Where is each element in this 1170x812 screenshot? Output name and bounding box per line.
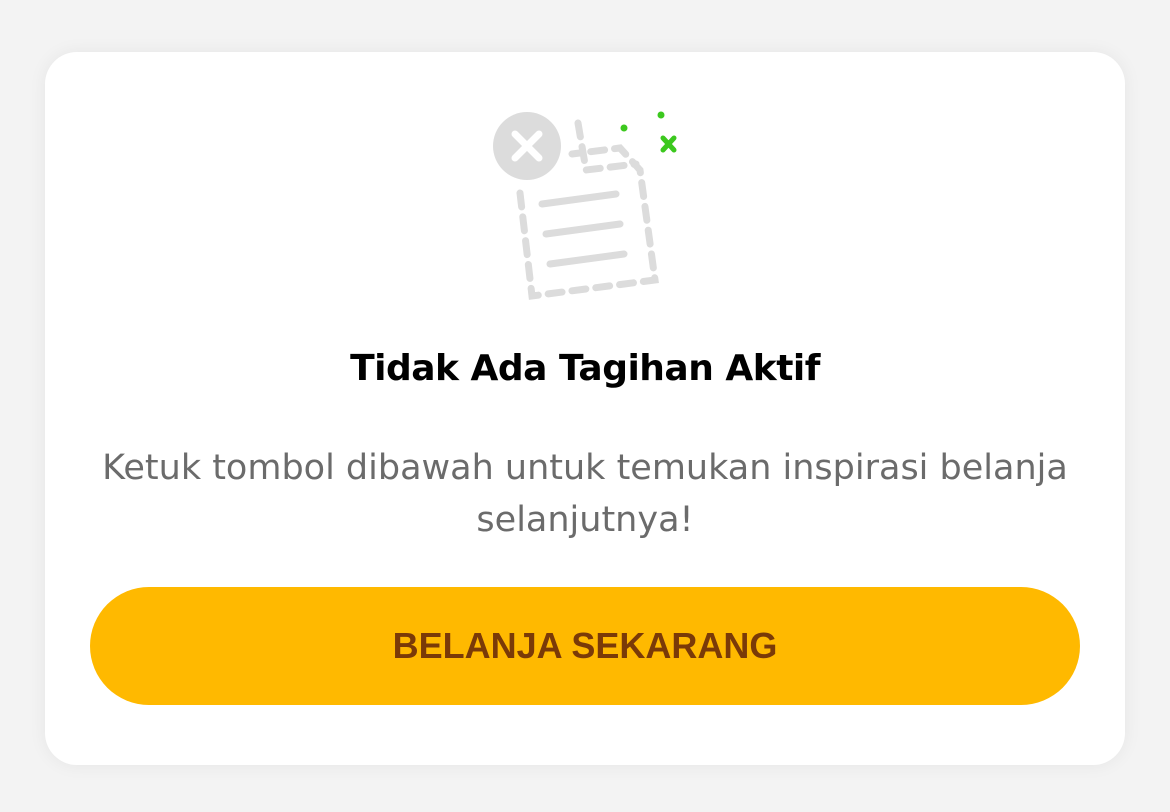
empty-bill-icon [490, 108, 690, 308]
belanja-sekarang-label: BELANJA SEKARANG [392, 625, 778, 666]
belanja-sekarang-button[interactable]: BELANJA SEKARANG [90, 587, 1080, 705]
empty-state-title: Tidak Ada Tagihan Aktif [350, 348, 820, 389]
empty-state-description: Ketuk tombol dibawah untuk temukan inspi… [102, 448, 1068, 540]
